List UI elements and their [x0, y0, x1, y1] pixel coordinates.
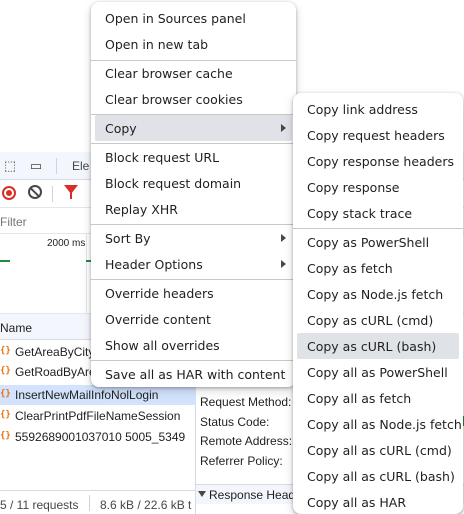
- status-divider: [89, 495, 90, 511]
- overview-waterfall-bar: [0, 260, 10, 262]
- menu-item-clear-cookies[interactable]: Clear browser cookies: [91, 86, 296, 112]
- menu-item-show-overrides[interactable]: Show all overrides: [91, 332, 296, 358]
- network-status-bar: 5 / 11 requests 8.6 kB / 22.6 kB t: [0, 490, 196, 514]
- request-name: 5592689001037010 5005_5349: [15, 430, 186, 444]
- menu-item-replay-xhr[interactable]: Replay XHR: [91, 196, 296, 222]
- xhr-icon: {}: [0, 410, 11, 420]
- menu-item-copy-all-nodejs-fetch[interactable]: Copy all as Node.js fetch: [293, 411, 463, 437]
- collapse-triangle-icon[interactable]: [198, 491, 206, 497]
- menu-item-copy-fetch[interactable]: Copy as fetch: [293, 255, 463, 281]
- menu-item-copy-stack-trace[interactable]: Copy stack trace: [293, 200, 463, 226]
- toolbar-divider: [52, 186, 53, 202]
- inspect-element-icon[interactable]: ⬚: [2, 158, 18, 174]
- request-count: 5 / 11 requests: [0, 498, 79, 512]
- menu-item-copy-curl-cmd[interactable]: Copy as cURL (cmd): [293, 307, 463, 333]
- remote-address-label: Remote Address:: [200, 434, 293, 448]
- toolbar-divider: [56, 158, 57, 174]
- menu-item-save-har[interactable]: Save all as HAR with content: [91, 361, 296, 387]
- request-name: GetAreaByCity: [15, 345, 95, 359]
- menu-item-copy-response-headers[interactable]: Copy response headers: [293, 148, 463, 174]
- request-row[interactable]: {} 5592689001037010 5005_5349: [0, 427, 196, 447]
- submenu-arrow-icon: [281, 260, 286, 268]
- status-code-label: Status Code:: [200, 415, 270, 429]
- menu-item-copy-powershell[interactable]: Copy as PowerShell: [293, 229, 463, 255]
- clear-icon[interactable]: [28, 185, 42, 199]
- referrer-policy-label: Referrer Policy:: [200, 454, 283, 468]
- menu-item-copy-all-curl-cmd[interactable]: Copy all as cURL (cmd): [293, 437, 463, 463]
- request-name: InsertNewMailInfoNolLogin: [15, 388, 159, 402]
- overview-gridline: [86, 234, 87, 314]
- xhr-icon: {}: [0, 346, 11, 356]
- menu-item-copy-curl-bash[interactable]: Copy as cURL (bash): [297, 333, 459, 359]
- menu-item-open-in-sources[interactable]: Open in Sources panel: [91, 5, 296, 31]
- menu-item-copy-all-curl-bash[interactable]: Copy all as cURL (bash): [293, 463, 463, 489]
- menu-item-copy-all-powershell[interactable]: Copy all as PowerShell: [293, 359, 463, 385]
- menu-item-override-content[interactable]: Override content: [91, 306, 296, 332]
- menu-item-copy-all-fetch[interactable]: Copy all as fetch: [293, 385, 463, 411]
- menu-item-copy-link[interactable]: Copy link address: [293, 96, 463, 122]
- request-name: ClearPrintPdfFileNameSession: [15, 409, 181, 423]
- menu-item-block-url[interactable]: Block request URL: [91, 144, 296, 170]
- menu-item-block-domain[interactable]: Block request domain: [91, 170, 296, 196]
- name-column-header[interactable]: Name: [0, 321, 32, 335]
- submenu-arrow-icon: [281, 124, 286, 132]
- response-headers-title: Response Heade: [209, 488, 302, 502]
- menu-item-header-options[interactable]: Header Options: [91, 251, 296, 277]
- menu-item-open-new-tab[interactable]: Open in new tab: [91, 31, 296, 57]
- overview-tick-label: 2000 ms: [47, 238, 86, 249]
- copy-submenu: Copy link address Copy request headers C…: [293, 93, 463, 514]
- menu-item-copy-response[interactable]: Copy response: [293, 174, 463, 200]
- menu-item-sort-by[interactable]: Sort By: [91, 225, 296, 251]
- menu-item-override-headers[interactable]: Override headers: [91, 280, 296, 306]
- request-name: GetRoadByAre: [15, 365, 96, 379]
- menu-item-copy-request-headers[interactable]: Copy request headers: [293, 122, 463, 148]
- tab-elements[interactable]: Ele: [72, 159, 89, 173]
- menu-item-copy-all-har[interactable]: Copy all as HAR: [293, 489, 463, 514]
- xhr-icon: {}: [0, 431, 11, 441]
- xhr-icon: {}: [0, 389, 11, 399]
- request-row-selected[interactable]: {} InsertNewMailInfoNolLogin: [0, 385, 196, 405]
- menu-item-clear-cache[interactable]: Clear browser cache: [91, 60, 296, 86]
- filter-input[interactable]: Filter: [0, 215, 27, 229]
- request-row[interactable]: {} ClearPrintPdfFileNameSession: [0, 406, 196, 426]
- menu-item-copy-nodejs-fetch[interactable]: Copy as Node.js fetch: [293, 281, 463, 307]
- submenu-arrow-icon: [281, 234, 286, 242]
- transfer-size: 8.6 kB / 22.6 kB t: [100, 498, 192, 512]
- device-toolbar-icon[interactable]: ▭: [28, 158, 44, 174]
- record-icon[interactable]: [2, 186, 16, 200]
- context-menu: Open in Sources panel Open in new tab Cl…: [91, 2, 296, 387]
- request-method-label: Request Method:: [200, 395, 292, 409]
- xhr-icon: {}: [0, 366, 11, 376]
- menu-item-copy[interactable]: Copy: [95, 115, 292, 141]
- filter-icon[interactable]: [64, 185, 78, 199]
